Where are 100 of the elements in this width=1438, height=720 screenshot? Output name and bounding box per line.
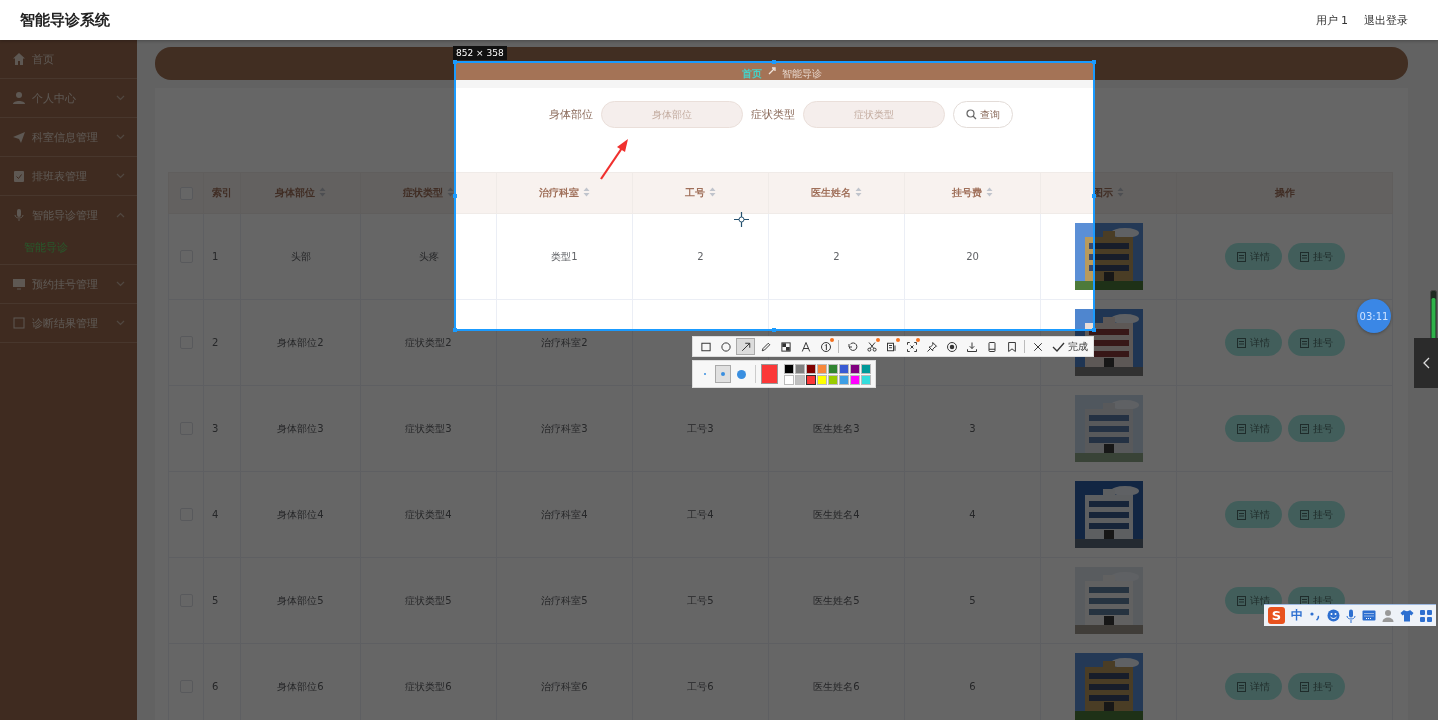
color-swatch[interactable]: [828, 363, 838, 374]
table-cell: 类型1: [496, 213, 633, 300]
table-cell: 3: [904, 385, 1041, 472]
color-swatch[interactable]: [817, 374, 827, 385]
document-icon: [1299, 423, 1309, 434]
document-icon: [1236, 681, 1246, 692]
pencil-icon: [759, 340, 772, 353]
square-icon: [12, 316, 26, 330]
ime-logo[interactable]: S: [1268, 607, 1285, 624]
mosaic-icon: [779, 340, 792, 353]
paper-plane-icon: [12, 130, 26, 144]
table-cell: 5: [203, 557, 241, 644]
document-icon: [1236, 337, 1246, 348]
chevron-icon: [116, 173, 125, 179]
column-header: 症状类型: [360, 172, 497, 214]
color-swatch[interactable]: [861, 363, 871, 374]
table-cell: 4: [904, 471, 1041, 558]
document-icon: [1299, 595, 1309, 606]
column-header: 索引: [203, 172, 241, 214]
logout-link[interactable]: 退出登录: [1364, 12, 1408, 28]
column-header: 医生姓名: [768, 172, 905, 214]
color-swatch[interactable]: [817, 363, 827, 374]
bookmark-icon: [1005, 340, 1018, 353]
document-icon: [1299, 337, 1309, 348]
chevron-icon: [116, 281, 125, 287]
grid-icon[interactable]: [1420, 609, 1432, 622]
undo-icon: [845, 340, 858, 353]
column-header: 治疗科室: [496, 172, 633, 214]
search-button[interactable]: 查询: [952, 101, 1013, 128]
breadcrumb-link[interactable]: 首页: [741, 67, 762, 81]
color-swatch[interactable]: [784, 374, 794, 385]
chevron-icon: [116, 95, 125, 101]
chevron-left-icon: [1422, 357, 1430, 369]
text-tool-icon: [799, 340, 812, 353]
download-icon: [965, 340, 978, 353]
table-cell: 20: [904, 213, 1041, 300]
table-cell: 2: [768, 213, 905, 300]
color-swatch[interactable]: [839, 374, 849, 385]
numbered-circle-icon: [819, 340, 832, 353]
breadcrumb-separator-icon: [767, 67, 776, 75]
search-field[interactable]: 症状类型: [802, 101, 945, 128]
collapse-tab[interactable]: [1414, 338, 1438, 388]
size-label: 852 × 358: [453, 46, 507, 60]
shirt-icon[interactable]: [1400, 609, 1414, 622]
app-title: 智能导诊系统: [20, 10, 110, 30]
corner-brackets-icon: [905, 340, 918, 353]
search-icon: [965, 109, 977, 120]
sort-icon[interactable]: [447, 187, 454, 197]
pen-size-option[interactable]: [715, 365, 732, 383]
color-swatch[interactable]: [850, 374, 860, 385]
color-swatch[interactable]: [806, 363, 816, 374]
home-icon: [12, 52, 26, 66]
pin-icon: [925, 340, 938, 353]
chevron-icon: [116, 212, 125, 218]
keyboard-icon[interactable]: [1362, 610, 1376, 621]
crosshair-icon: [734, 212, 749, 227]
clipboard-icon: [12, 169, 26, 183]
user-name: 用户 1: [1315, 12, 1348, 28]
color-swatch[interactable]: [795, 374, 805, 385]
color-swatch[interactable]: [784, 363, 794, 374]
document-icon: [1299, 251, 1309, 262]
selection-frame[interactable]: [453, 60, 1096, 332]
person-icon[interactable]: [1382, 609, 1394, 622]
color-swatch[interactable]: [839, 363, 849, 374]
chevron-icon: [116, 134, 125, 140]
emoji-icon[interactable]: [1327, 609, 1340, 622]
close-icon: [1031, 340, 1044, 353]
square-icon: [699, 340, 712, 353]
color-swatch[interactable]: [795, 363, 805, 374]
text-scan-icon: [885, 340, 898, 353]
column-header: 挂号费: [904, 172, 1041, 214]
document-icon: [1236, 595, 1246, 606]
table-cell: 2: [203, 299, 241, 386]
column-header: 身体部位: [240, 172, 361, 214]
microphone-icon[interactable]: [1346, 608, 1356, 623]
color-swatch[interactable]: [861, 374, 871, 385]
field-label: 症状类型: [750, 107, 795, 122]
column-header: 工号: [632, 172, 769, 214]
arrow-icon: [739, 340, 752, 353]
chevron-icon: [116, 320, 125, 326]
document-icon: [1299, 509, 1309, 520]
table-cell: 3: [203, 385, 241, 472]
circle-icon: [719, 340, 732, 353]
breadcrumb-current: 智能导诊: [781, 67, 822, 81]
color-swatch[interactable]: [828, 374, 838, 385]
table-cell: 5: [904, 557, 1041, 644]
record-icon: [945, 340, 958, 353]
user-icon: [12, 91, 26, 105]
done-button[interactable]: 完成: [1050, 339, 1090, 354]
color-swatch[interactable]: [850, 363, 860, 374]
microphone-icon: [12, 208, 26, 222]
color-swatch[interactable]: [806, 374, 816, 385]
document-icon: [1299, 681, 1309, 692]
phone-icon: [985, 340, 998, 353]
table-cell: 4: [203, 471, 241, 558]
arrow-tool[interactable]: [736, 338, 755, 355]
document-icon: [1236, 423, 1246, 434]
current-color[interactable]: [760, 364, 778, 384]
arrow-annotation[interactable]: [600, 139, 628, 180]
search-field[interactable]: 身体部位: [600, 101, 743, 128]
